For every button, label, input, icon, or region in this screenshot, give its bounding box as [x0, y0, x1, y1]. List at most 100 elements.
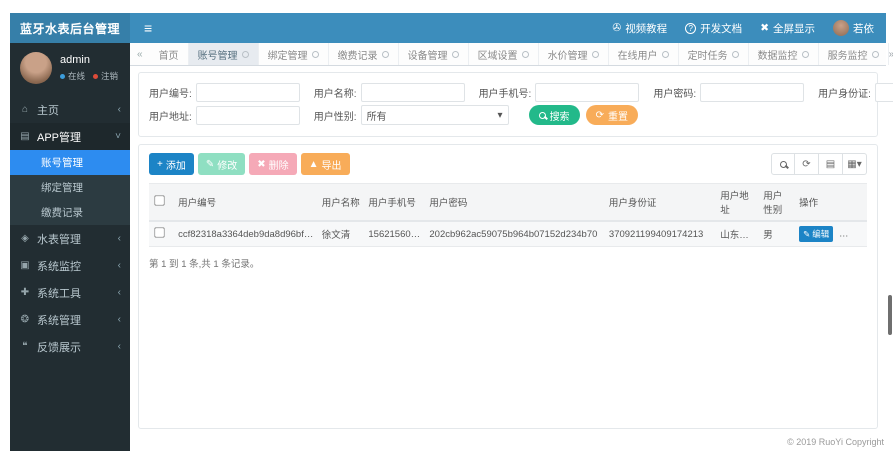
table-tools: ⟳ ▤ ▦ ▾	[771, 153, 867, 175]
user-name-input[interactable]	[360, 83, 465, 102]
sidebar-item-app-management[interactable]: ▤ APP管理 ˅	[10, 123, 130, 150]
sidebar-item-label: 主页	[37, 104, 59, 117]
sidebar-item-payment-records[interactable]: 缴费记录	[10, 200, 130, 225]
add-button[interactable]: + 添加	[149, 153, 194, 175]
list-icon: ▤	[825, 158, 836, 170]
search-button[interactable]: 搜索	[528, 105, 580, 125]
table-panel: + 添加 ✎ 修改 ✖ 删除 ▲ 导出 ⟳ ▤ ▦ ▾ 用户编号 用户名称 用户…	[138, 144, 878, 429]
tab-close-icon[interactable]	[381, 50, 389, 58]
sidebar-item-binding-management[interactable]: 绑定管理	[10, 175, 130, 200]
cell-user-address: 山东泰安	[716, 221, 760, 247]
row-checkbox[interactable]	[154, 227, 165, 238]
sidebar-item-home[interactable]: ⌂ 主页 ‹	[10, 96, 130, 123]
tab-close-icon[interactable]	[871, 50, 879, 58]
search-button-label: 搜索	[549, 111, 570, 123]
field-user-name: 用户名称:	[314, 83, 465, 102]
tab-online-users[interactable]: 在线用户	[609, 43, 679, 65]
tab-region-settings[interactable]: 区域设置	[469, 43, 539, 65]
search-form-panel: 用户编号: 用户名称: 用户手机号: 用户密码: 用户身份证: 用户地址: 用户…	[138, 72, 893, 137]
table-columns-button[interactable]: ▤	[819, 153, 843, 175]
select-all-checkbox[interactable]	[154, 195, 165, 206]
tab-close-icon[interactable]	[311, 50, 319, 58]
dev-docs-link[interactable]: ? 开发文档	[685, 21, 742, 36]
submenu-item-label: 缴费记录	[41, 207, 83, 219]
tab-close-icon[interactable]	[731, 50, 739, 58]
search-icon	[779, 160, 787, 168]
cell-user-idcard: 370921199409174213	[604, 221, 717, 247]
tab-scroll-right-icon[interactable]: »	[889, 49, 893, 60]
table-row[interactable]: ccf82318a3364deb9da8d96bf326c662 徐文清 156…	[149, 221, 867, 247]
table-view-dropdown-button[interactable]: ▦ ▾	[843, 153, 867, 175]
tab-close-icon[interactable]	[241, 50, 249, 58]
tab-close-icon[interactable]	[451, 50, 459, 58]
refresh-icon: ⟳	[802, 158, 811, 170]
table-search-toggle-button[interactable]	[771, 153, 795, 175]
user-address-input[interactable]	[195, 105, 300, 125]
sidebar-item-label: APP管理	[37, 131, 82, 144]
tab-close-icon[interactable]	[591, 50, 599, 58]
tab-label: 账号管理	[197, 50, 238, 62]
sidebar-item-system-management[interactable]: ❂ 系统管理 ‹	[10, 306, 130, 333]
tab-scroll-left-icon[interactable]: «	[130, 49, 150, 60]
col-user-phone: 用户手机号	[364, 183, 426, 222]
gender-selected-value: 所有	[366, 111, 387, 123]
user-no-label: 用户编号:	[149, 89, 192, 100]
field-user-no: 用户编号:	[149, 83, 300, 102]
sidebar-toggle-icon[interactable]: ≡	[130, 20, 166, 36]
water-meter-icon: ◈	[21, 233, 29, 244]
tab-payment-records[interactable]: 缴费记录	[329, 43, 399, 65]
sidebar-item-feedback[interactable]: ❝ 反馈展示 ‹	[10, 333, 130, 360]
comment-icon: ❝	[22, 341, 28, 352]
delete-button[interactable]: ✖ 删除	[249, 153, 297, 175]
row-edit-button[interactable]: ✎ 编辑	[799, 226, 834, 242]
tab-service-monitor[interactable]: 服务监控	[819, 43, 889, 65]
tab-close-icon[interactable]	[521, 50, 529, 58]
sidebar-item-system-tools[interactable]: ✚ 系统工具 ‹	[10, 279, 130, 306]
modify-button[interactable]: ✎ 修改	[197, 153, 246, 175]
tab-close-icon[interactable]	[801, 50, 809, 58]
logout-label: 注销	[101, 71, 119, 81]
sidebar-item-label: 系统监控	[37, 260, 81, 273]
gender-select[interactable]: 所有 ▾	[360, 105, 509, 125]
avatar[interactable]	[20, 52, 52, 84]
tab-close-icon[interactable]	[661, 50, 669, 58]
tab-account-management[interactable]: 账号管理	[188, 43, 259, 65]
sidebar-item-water-meter[interactable]: ◈ 水表管理 ‹	[10, 225, 130, 252]
tab-home[interactable]: 首页	[150, 43, 189, 65]
caret-down-icon: ▾	[856, 158, 862, 170]
export-button[interactable]: ▲ 导出	[300, 153, 350, 175]
user-name-label: 用户名称:	[313, 89, 357, 100]
scrollbar-thumb[interactable]	[888, 295, 892, 335]
col-user-gender: 用户性别	[759, 183, 796, 222]
cell-user-name: 徐文清	[317, 221, 365, 247]
user-menu[interactable]: 若依	[833, 20, 874, 36]
row-delete-button[interactable]: ✖ 删除	[838, 226, 867, 242]
tab-binding-management[interactable]: 绑定管理	[259, 43, 329, 65]
tab-scheduled-tasks[interactable]: 定时任务	[679, 43, 749, 65]
user-idcard-input[interactable]	[874, 83, 893, 102]
fullscreen-button[interactable]: ✖ 全屏显示	[760, 21, 815, 36]
cell-user-phone: 15621560917	[364, 221, 426, 247]
field-user-idcard: 用户身份证:	[818, 83, 893, 102]
table-refresh-button[interactable]: ⟳	[795, 153, 819, 175]
cell-user-password: 202cb962ac59075b964b07152d234b70	[425, 221, 605, 247]
user-phone-input[interactable]	[535, 83, 640, 102]
copyright-text: © 2019 RuoYi Copyright	[787, 437, 884, 447]
tab-label: 设备管理	[407, 50, 448, 62]
user-password-input[interactable]	[700, 83, 805, 102]
sidebar-item-account-management[interactable]: 账号管理	[10, 150, 130, 175]
reset-button[interactable]: ⟳ 重置	[585, 105, 638, 125]
tab-device-management[interactable]: 设备管理	[399, 43, 469, 65]
video-tutorial-link[interactable]: ✇ 视频教程	[612, 21, 667, 36]
pagination-info: 第 1 到 1 条,共 1 条记录。	[149, 259, 260, 270]
tab-water-price[interactable]: 水价管理	[539, 43, 609, 65]
plus-icon: +	[157, 158, 163, 170]
export-button-label: 导出	[321, 160, 342, 172]
tab-data-monitor[interactable]: 数据监控	[749, 43, 819, 65]
tab-label: 绑定管理	[267, 50, 308, 62]
chevron-down-icon: ˅	[115, 131, 121, 142]
main-area: « 首页 账号管理 绑定管理 缴费记录 设备管理 区域设置 水价管理 在线用户 …	[130, 43, 893, 451]
sidebar-item-system-monitor[interactable]: ▣ 系统监控 ‹	[10, 252, 130, 279]
logout-link[interactable]: 注销	[93, 70, 118, 82]
user-no-input[interactable]	[195, 83, 300, 102]
